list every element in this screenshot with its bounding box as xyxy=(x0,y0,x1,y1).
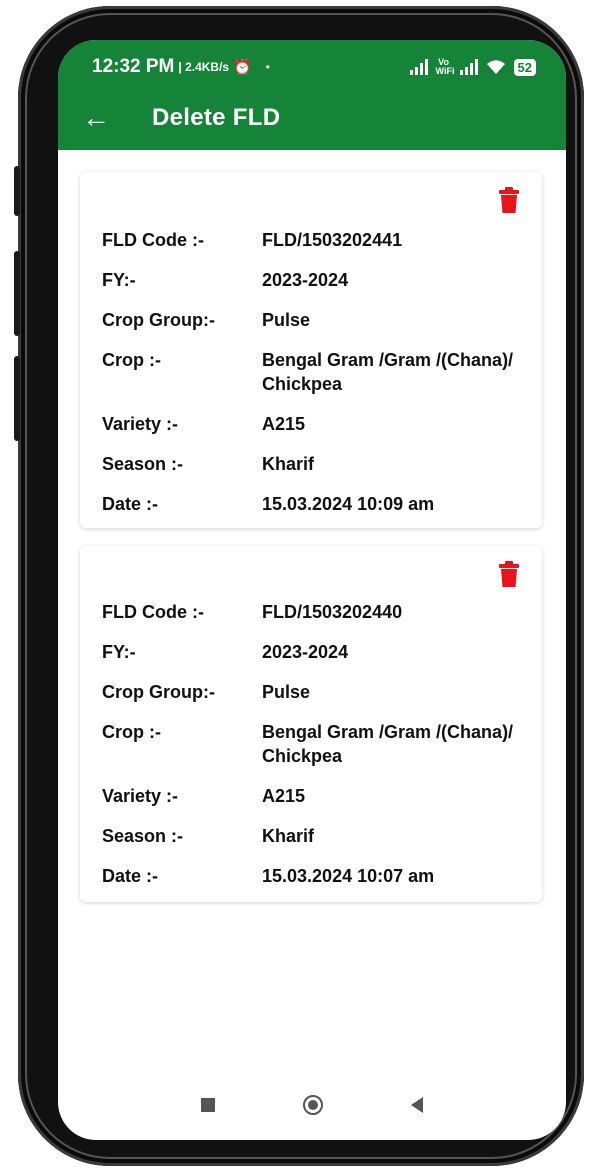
system-nav-bar xyxy=(58,1070,566,1140)
crop-row: Crop :- Bengal Gram /Gram /(Chana)/ Chic… xyxy=(102,720,532,768)
variety-label: Variety :- xyxy=(102,414,179,434)
variety-value: A215 xyxy=(262,786,306,806)
crop-value-line1: Bengal Gram /Gram /(Chana)/ xyxy=(262,350,514,370)
crop-group-value: Pulse xyxy=(262,310,311,330)
fy-row: FY:- 2023-2024 xyxy=(102,268,532,292)
fy-label: FY:- xyxy=(102,642,136,662)
crop-value: Bengal Gram /Gram /(Chana)/ Chickpea xyxy=(262,348,532,396)
crop-value-line1: Bengal Gram /Gram /(Chana)/ xyxy=(262,722,514,742)
variety-row: Variety :- A215 xyxy=(102,412,532,436)
home-dot-icon xyxy=(308,1100,318,1110)
arrow-left-icon[interactable]: ← xyxy=(82,98,122,138)
crop-row: Crop :- Bengal Gram /Gram /(Chana)/ Chic… xyxy=(102,348,532,396)
alarm-icon: ⏰ xyxy=(233,59,252,76)
season-value: Kharif xyxy=(262,826,315,846)
status-right: Vo WiFi 52 xyxy=(409,57,536,76)
crop-group-row: Crop Group:- Pulse xyxy=(102,680,532,704)
crop-group-value: Pulse xyxy=(262,682,311,702)
crop-label: Crop :- xyxy=(102,722,161,742)
variety-value: A215 xyxy=(262,414,306,434)
fld-code-value: FLD/1503202440 xyxy=(262,602,403,622)
fy-row: FY:- 2023-2024 xyxy=(102,640,532,664)
crop-group-row: Crop Group:- Pulse xyxy=(102,308,532,332)
crop-label: Crop :- xyxy=(102,350,161,370)
trash-icon[interactable] xyxy=(498,560,520,588)
fld-code-label: FLD Code :- xyxy=(102,602,204,622)
fy-value: 2023-2024 xyxy=(262,642,349,662)
home-button[interactable] xyxy=(303,1095,323,1115)
date-row: Date :- 15.03.2024 10:07 am xyxy=(102,864,532,888)
signal-icon xyxy=(409,59,428,75)
crop-value-line2: Chickpea xyxy=(262,746,343,766)
page-title: Delete FLD xyxy=(152,104,281,131)
date-label: Date :- xyxy=(102,866,159,886)
fld-code-value: FLD/1503202441 xyxy=(262,230,403,250)
fld-code-row: FLD Code :- FLD/1503202440 xyxy=(102,600,532,624)
vowifi-label: Vo WiFi xyxy=(435,57,455,76)
toolbar: ← Delete FLD xyxy=(82,98,280,138)
status-time: 12:32 PM xyxy=(92,56,175,77)
fld-code-label: FLD Code :- xyxy=(102,230,204,250)
crop-value: Bengal Gram /Gram /(Chana)/ Chickpea xyxy=(262,720,532,768)
fld-code-row: FLD Code :- FLD/1503202441 xyxy=(102,228,532,252)
recents-button[interactable] xyxy=(201,1098,215,1112)
season-label: Season :- xyxy=(102,454,184,474)
season-label: Season :- xyxy=(102,826,184,846)
fld-card: FLD Code :- FLD/1503202440 FY:- 2023-202… xyxy=(80,546,542,902)
battery-icon: 52 xyxy=(513,58,536,76)
crop-group-label: Crop Group:- xyxy=(102,310,215,330)
screen: 12:32 PM | 2.4KB/s ⏰ • Vo WiFi 52 ← Dele… xyxy=(58,40,566,1140)
variety-label: Variety :- xyxy=(102,786,179,806)
date-value: 15.03.2024 10:07 am xyxy=(262,866,435,886)
status-left: 12:32 PM | 2.4KB/s ⏰ • xyxy=(92,56,270,78)
date-row: Date :- 15.03.2024 10:09 am xyxy=(102,492,532,516)
season-row: Season :- Kharif xyxy=(102,452,532,476)
dot-icon: • xyxy=(265,60,270,74)
date-label: Date :- xyxy=(102,494,159,514)
power-button xyxy=(14,356,20,441)
trash-icon[interactable] xyxy=(498,186,520,214)
season-row: Season :- Kharif xyxy=(102,824,532,848)
fy-value: 2023-2024 xyxy=(262,270,349,290)
back-triangle-button[interactable] xyxy=(411,1097,423,1113)
crop-group-label: Crop Group:- xyxy=(102,682,215,702)
status-bar: 12:32 PM | 2.4KB/s ⏰ • Vo WiFi 52 xyxy=(92,54,536,80)
fy-label: FY:- xyxy=(102,270,136,290)
crop-value-line2: Chickpea xyxy=(262,374,343,394)
date-value: 15.03.2024 10:09 am xyxy=(262,494,435,514)
wifi-icon xyxy=(486,60,505,74)
volume-button xyxy=(14,166,20,216)
fld-card: FLD Code :- FLD/1503202441 FY:- 2023-202… xyxy=(80,172,542,528)
signal-icon-2 xyxy=(459,59,478,75)
season-value: Kharif xyxy=(262,454,315,474)
volume-button xyxy=(14,251,20,336)
app-bar: 12:32 PM | 2.4KB/s ⏰ • Vo WiFi 52 ← Dele… xyxy=(58,40,566,150)
network-speed: | 2.4KB/s xyxy=(178,60,230,74)
variety-row: Variety :- A215 xyxy=(102,784,532,808)
